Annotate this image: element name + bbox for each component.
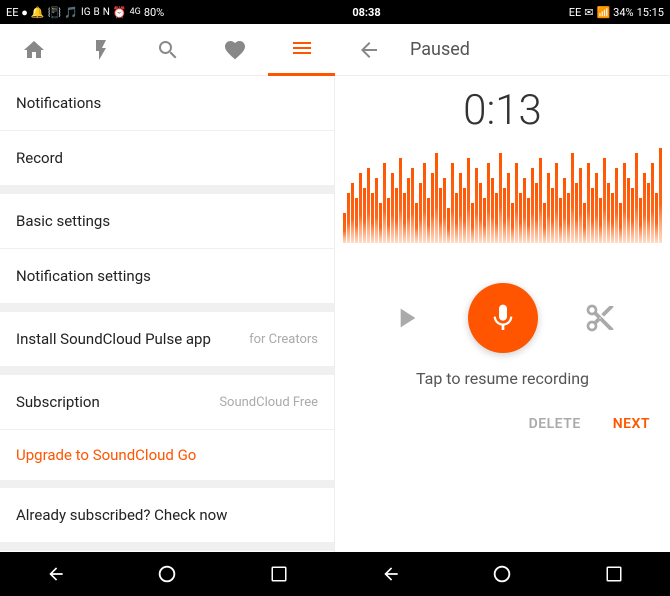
sidebar-item-notifications[interactable]: Notifications bbox=[0, 76, 334, 131]
email-icon: ✉ bbox=[584, 6, 593, 19]
next-button[interactable]: NEXT bbox=[609, 408, 654, 440]
instagram-icon: IG bbox=[81, 7, 91, 18]
sidebar-divider-1 bbox=[0, 186, 334, 194]
alarm-icon: 🔔 bbox=[31, 6, 45, 19]
nav-activity[interactable] bbox=[67, 24, 134, 76]
bottom-home-button-1[interactable] bbox=[137, 552, 197, 596]
bottom-recents-button-1[interactable] bbox=[249, 552, 309, 596]
main-layout: Notifications Record Basic settings Noti… bbox=[0, 76, 670, 552]
bottom-back-button-2[interactable] bbox=[361, 552, 421, 596]
pulse-app-sub: for Creators bbox=[249, 332, 318, 347]
microphone-button[interactable] bbox=[468, 283, 538, 353]
waveform-container bbox=[343, 143, 663, 263]
nav-back[interactable] bbox=[335, 24, 402, 76]
sidebar-item-subscription[interactable]: Subscription SoundCloud Free bbox=[0, 375, 334, 430]
clock-icon: ⏰ bbox=[113, 6, 127, 19]
status-time: 08:38 bbox=[352, 6, 380, 19]
sidebar-divider-2 bbox=[0, 304, 334, 312]
recording-panel: 0:13 bbox=[335, 76, 670, 552]
bottom-recents-button-2[interactable] bbox=[584, 552, 644, 596]
notifications-label: Notifications bbox=[16, 94, 101, 112]
battery-right-icon: 34% bbox=[613, 6, 633, 19]
sidebar-item-record[interactable]: Record bbox=[0, 131, 334, 186]
sidebar-item-basic-settings[interactable]: Basic settings bbox=[0, 194, 334, 249]
nfc-icon: N bbox=[103, 7, 110, 18]
nav-home[interactable] bbox=[0, 24, 67, 76]
bluetooth-icon: B bbox=[94, 7, 100, 18]
battery-icon: 80% bbox=[144, 6, 164, 19]
sidebar-divider-3 bbox=[0, 367, 334, 375]
headset-icon: 🎵 bbox=[64, 6, 78, 19]
sidebar: Notifications Record Basic settings Noti… bbox=[0, 76, 335, 552]
controls-row bbox=[384, 283, 622, 353]
pulse-app-label: Install SoundCloud Pulse app bbox=[16, 330, 211, 348]
paused-text: Paused bbox=[410, 39, 470, 60]
status-bar: EE ● 🔔 📳 🎵 IG B N ⏰ 4G 80% 08:38 EE ✉ 📶 … bbox=[0, 0, 670, 24]
tap-text: Tap to resume recording bbox=[416, 369, 589, 388]
wifi-icon: 📶 bbox=[596, 6, 610, 19]
timer-display: 0:13 bbox=[463, 86, 542, 135]
paused-label: Paused bbox=[402, 39, 670, 60]
sidebar-item-notification-settings[interactable]: Notification settings bbox=[0, 249, 334, 304]
sidebar-item-upgrade[interactable]: Upgrade to SoundCloud Go bbox=[0, 430, 334, 480]
waveform-svg bbox=[343, 143, 663, 263]
sidebar-divider-4 bbox=[0, 480, 334, 488]
status-right: EE ✉ 📶 34% 15:15 bbox=[569, 6, 664, 19]
top-nav: Paused bbox=[0, 24, 670, 76]
scissors-button[interactable] bbox=[578, 296, 622, 340]
network-4g-icon: 4G bbox=[130, 7, 141, 17]
vibrate-icon: 📳 bbox=[48, 6, 62, 19]
nav-menu[interactable] bbox=[268, 24, 335, 76]
record-label: Record bbox=[16, 149, 63, 167]
nav-search[interactable] bbox=[134, 24, 201, 76]
play-button[interactable] bbox=[384, 296, 428, 340]
status-left: EE ● 🔔 📳 🎵 IG B N ⏰ 4G 80% bbox=[6, 6, 164, 19]
sidebar-item-pulse-app[interactable]: Install SoundCloud Pulse app for Creator… bbox=[0, 312, 334, 367]
time-right: 15:15 bbox=[637, 6, 664, 19]
subscription-sub: SoundCloud Free bbox=[219, 395, 318, 410]
subscription-label: Subscription bbox=[16, 393, 100, 411]
upgrade-label: Upgrade to SoundCloud Go bbox=[16, 446, 196, 464]
already-subscribed-label: Already subscribed? Check now bbox=[16, 506, 227, 524]
bottom-home-button-2[interactable] bbox=[472, 552, 532, 596]
basic-settings-label: Basic settings bbox=[16, 212, 110, 230]
sidebar-divider-5 bbox=[0, 543, 334, 551]
sidebar-item-already-subscribed[interactable]: Already subscribed? Check now bbox=[0, 488, 334, 543]
nav-likes[interactable] bbox=[201, 24, 268, 76]
bottom-actions: DELETE NEXT bbox=[335, 408, 670, 440]
bottom-back-button-1[interactable] bbox=[26, 552, 86, 596]
delete-button[interactable]: DELETE bbox=[525, 408, 585, 440]
carrier-right: EE bbox=[569, 6, 582, 19]
bottom-nav bbox=[0, 552, 670, 596]
notification-settings-label: Notification settings bbox=[16, 267, 151, 285]
status-carrier: EE ● bbox=[6, 6, 28, 19]
